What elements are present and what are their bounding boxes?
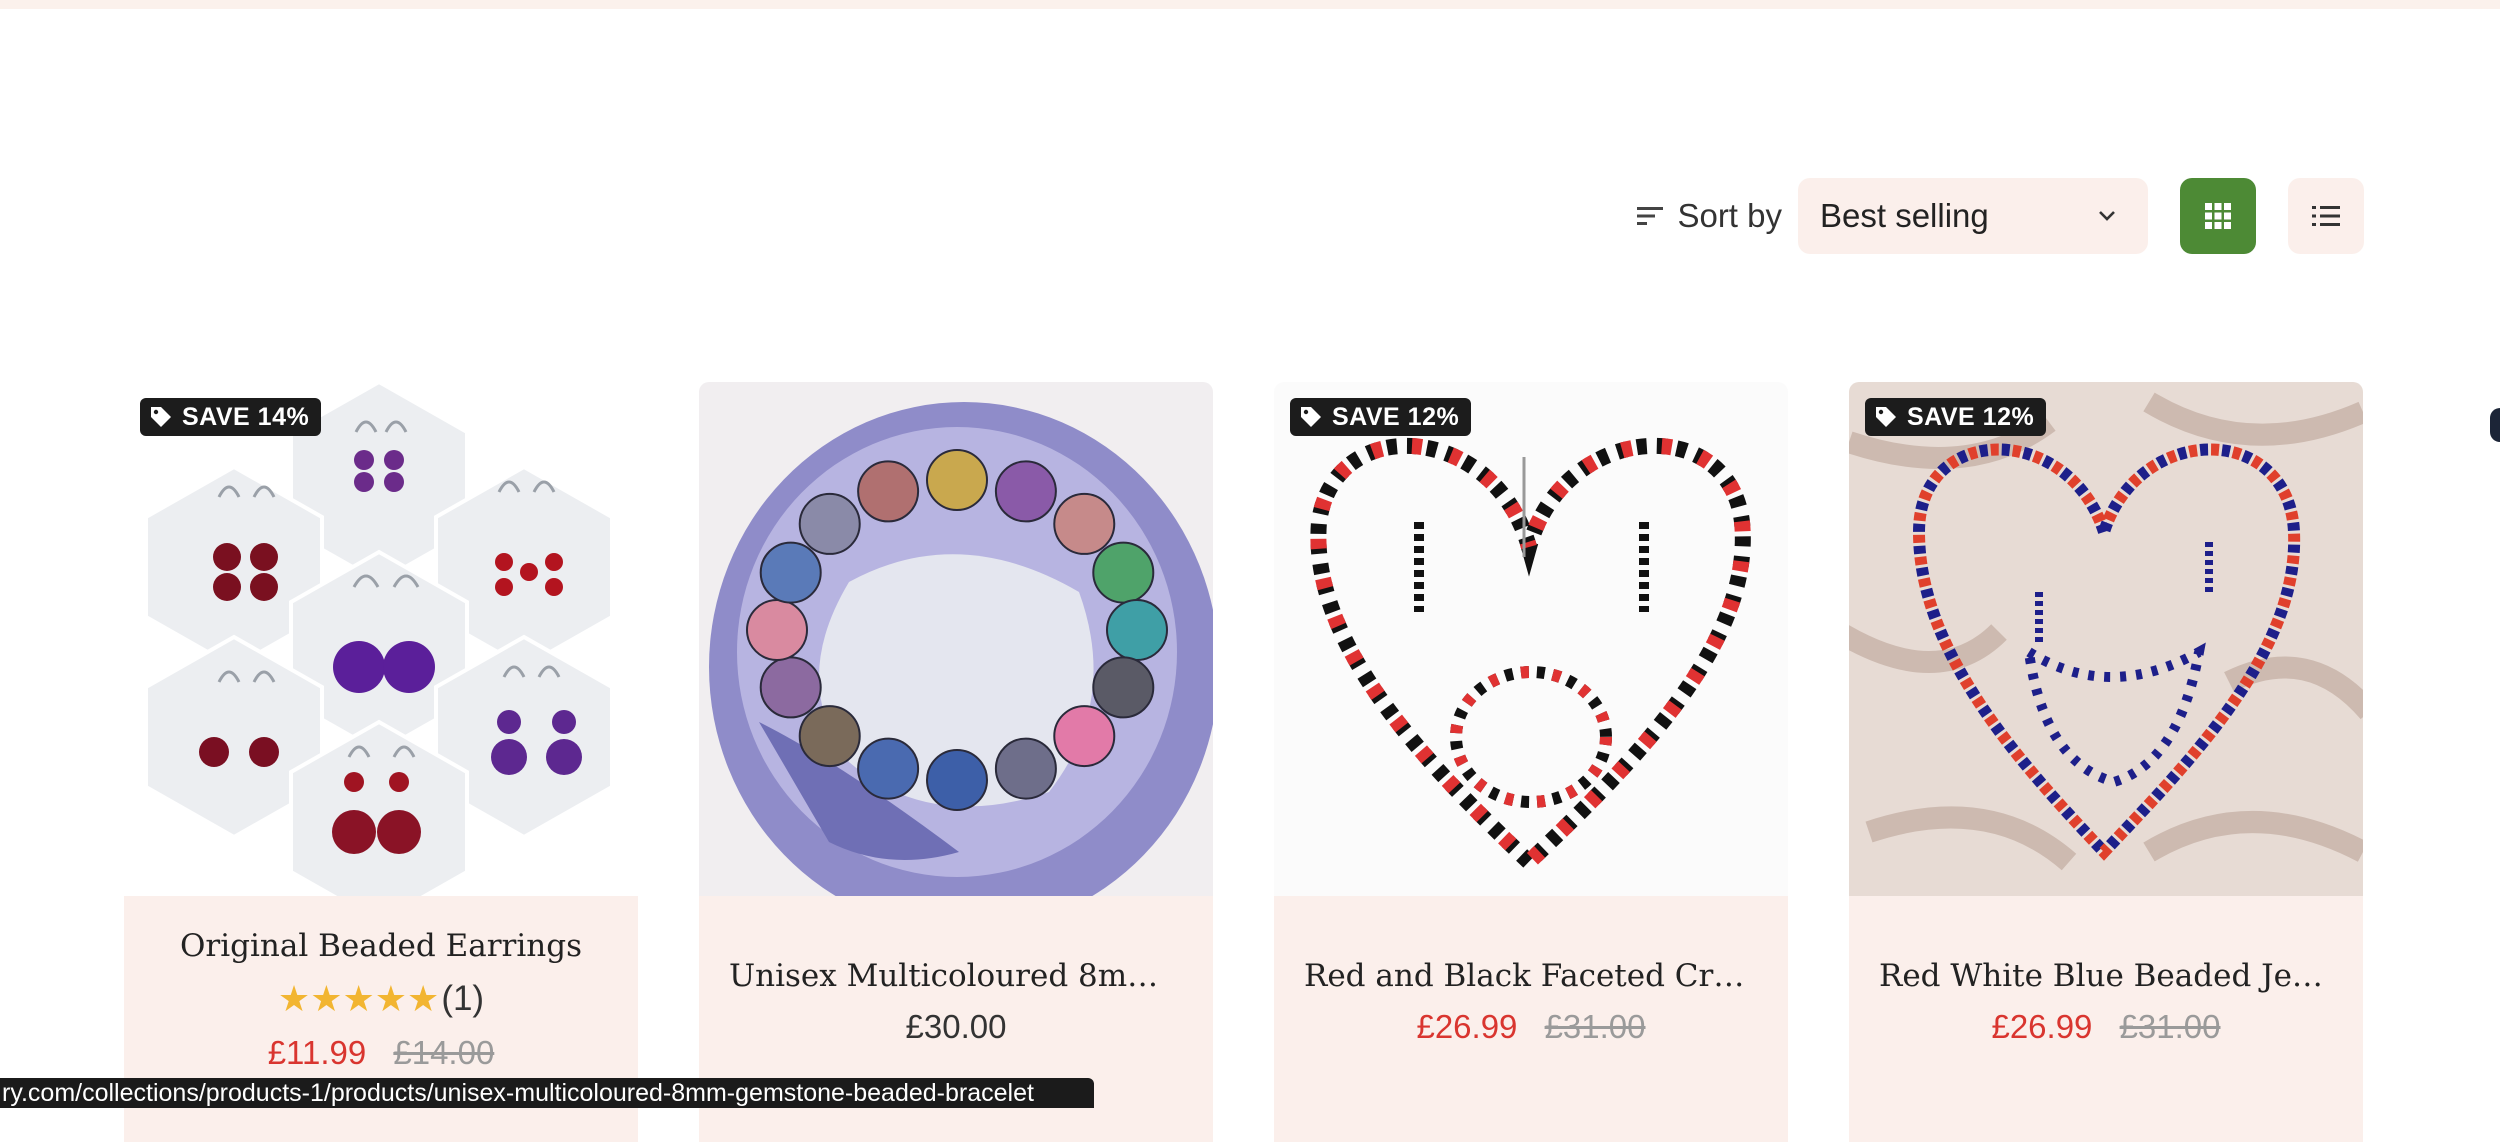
bracelet-bead — [857, 460, 920, 523]
grid-view-button[interactable] — [2180, 178, 2256, 254]
sort-select[interactable]: Best selling — [1798, 178, 2148, 254]
rating-count: (1) — [441, 979, 485, 1018]
list-icon — [2312, 206, 2340, 226]
rating: ★ ★ ★ ★ ★ (1) — [124, 978, 638, 1020]
product-image[interactable] — [1274, 382, 1788, 896]
red-black-heart-necklace-image — [1274, 382, 1788, 896]
bracelet-bead — [798, 705, 861, 768]
product-title[interactable]: Unisex Multicoloured 8mm Gemstone Beaded… — [699, 958, 1213, 994]
sale-price: £26.99 — [1416, 1008, 1518, 1045]
price-row: £30.00 — [699, 1008, 1213, 1046]
bracelet-bead — [798, 492, 861, 555]
link-preview-status-bar: ry.com/collections/products-1/products/u… — [0, 1078, 1094, 1108]
discount-badge: SAVE 14% — [140, 398, 322, 436]
bracelet-bead — [994, 460, 1057, 523]
star-icon: ★ — [277, 978, 311, 1019]
compare-price: £14.00 — [393, 1034, 495, 1071]
badge-text: SAVE 12% — [1907, 402, 2035, 431]
bracelet-bead — [1106, 599, 1168, 661]
product-title[interactable]: Red and Black Faceted Crystal Beaded Jew… — [1274, 958, 1788, 994]
badge-text: SAVE 12% — [1332, 402, 1460, 431]
sort-select-value: Best selling — [1820, 197, 1989, 234]
bracelet-bead — [1053, 492, 1116, 555]
product-card[interactable]: SAVE 12% Red and Black Faceted Crystal B… — [1274, 382, 1788, 1142]
compare-price: £31.00 — [2119, 1008, 2221, 1045]
star-icon: ★ — [342, 978, 375, 1019]
star-icon: ★ — [310, 978, 343, 1019]
gemstone-bracelet-image — [699, 382, 1213, 896]
bracelet-bead — [926, 749, 988, 811]
bracelet-bead — [759, 656, 822, 719]
status-url: ry.com/collections/products-1/products/u… — [2, 1079, 1034, 1107]
sale-price: £26.99 — [1991, 1008, 2093, 1045]
product-info: Red White Blue Beaded Jewellery Set £26.… — [1849, 896, 2363, 1142]
price-row: £26.99 £31.00 — [1849, 1008, 2363, 1046]
compare-price: £31.00 — [1544, 1008, 1646, 1045]
bracelet-bead — [926, 449, 988, 511]
discount-badge: SAVE 12% — [1290, 398, 1472, 436]
tag-icon — [1301, 407, 1321, 427]
tag-icon — [151, 407, 171, 427]
bracelet-bead — [759, 541, 822, 604]
bracelet-bead — [857, 737, 920, 800]
product-image[interactable] — [1849, 382, 2363, 896]
collection-toolbar: Sort by Best selling — [1637, 178, 2364, 254]
bracelet-bead — [1053, 705, 1116, 768]
chat-widget-tab[interactable] — [2490, 408, 2500, 442]
bracelet-bead — [1092, 656, 1155, 719]
product-image[interactable] — [124, 382, 638, 896]
regular-price: £30.00 — [905, 1008, 1007, 1045]
discount-badge: SAVE 12% — [1865, 398, 2047, 436]
bracelet-bead — [994, 737, 1057, 800]
tag-icon — [1876, 407, 1896, 427]
sort-by-text: Sort by — [1677, 197, 1782, 234]
earrings-hexagon-collage-image — [124, 382, 638, 896]
red-white-blue-heart-necklace-image — [1849, 382, 2363, 896]
bracelet-bead — [746, 599, 808, 661]
product-card[interactable]: SAVE 12% Red White Blue Beaded Jewellery… — [1849, 382, 2363, 1142]
star-icon: ★ — [374, 978, 408, 1019]
grid-icon — [2205, 203, 2231, 229]
product-image[interactable] — [699, 382, 1213, 896]
bracelet-bead — [1092, 541, 1155, 604]
header-bottom-band — [0, 0, 2500, 9]
product-card[interactable]: Unisex Multicoloured 8mm Gemstone Beaded… — [699, 382, 1213, 1142]
list-view-button[interactable] — [2288, 178, 2364, 254]
sale-price: £11.99 — [267, 1034, 367, 1071]
chevron-down-icon — [2099, 211, 2115, 221]
product-info: Red and Black Faceted Crystal Beaded Jew… — [1274, 896, 1788, 1142]
price-row: £11.99 £14.00 — [124, 1034, 638, 1072]
product-title[interactable]: Red White Blue Beaded Jewellery Set — [1849, 958, 2363, 994]
product-title[interactable]: Original Beaded Earrings — [124, 928, 638, 964]
sort-by-label: Sort by — [1637, 197, 1782, 235]
star-icon: ★ — [407, 978, 440, 1019]
sort-icon — [1637, 207, 1664, 225]
badge-text: SAVE 14% — [182, 402, 310, 431]
product-card[interactable]: SAVE 14% Original Beaded Earrings ★ ★ ★ … — [124, 382, 638, 1142]
price-row: £26.99 £31.00 — [1274, 1008, 1788, 1046]
